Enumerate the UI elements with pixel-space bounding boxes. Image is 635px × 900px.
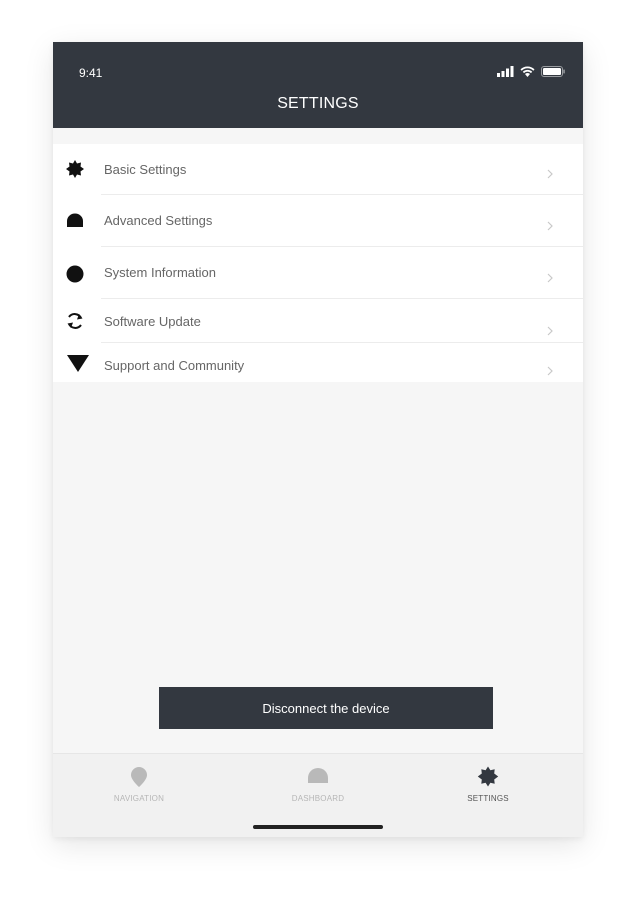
- wifi-icon: [520, 66, 535, 77]
- status-icons: [497, 66, 565, 77]
- gear-icon: [477, 766, 499, 787]
- chevron-right-icon: [547, 366, 553, 376]
- chevron-right-icon: [547, 221, 553, 231]
- settings-item-software-update[interactable]: Software Update: [53, 299, 583, 343]
- location-pin-icon: [131, 767, 147, 787]
- settings-item-support[interactable]: Support and Community: [53, 343, 583, 382]
- support-icon: [67, 355, 89, 372]
- settings-item-system-info[interactable]: System Information: [53, 247, 583, 299]
- battery-icon: [541, 66, 565, 77]
- nav-tab-label: DASHBOARD: [291, 794, 345, 803]
- refresh-icon: [67, 313, 83, 329]
- dashboard-icon: [308, 768, 328, 783]
- status-time: 9:41: [79, 66, 103, 80]
- nav-tab-dashboard[interactable]: DASHBOARD: [258, 754, 378, 824]
- settings-item-basic[interactable]: Basic Settings: [53, 144, 583, 195]
- settings-item-label: System Information: [104, 265, 216, 280]
- app-header: 9:41 SETTINGS: [53, 42, 583, 128]
- disconnect-device-button[interactable]: Disconnect the device: [159, 687, 493, 729]
- info-icon: [66, 265, 84, 283]
- chevron-right-icon: [547, 169, 553, 179]
- chevron-right-icon: [547, 273, 553, 283]
- nav-tab-settings[interactable]: SETTINGS: [428, 754, 548, 824]
- settings-item-label: Support and Community: [104, 358, 245, 373]
- signal-icon: [497, 66, 514, 77]
- settings-item-advanced[interactable]: Advanced Settings: [53, 195, 583, 247]
- bottom-nav: NAVIGATION DASHBOARD SETTINGS: [53, 753, 583, 837]
- nav-tab-label: SETTINGS: [467, 794, 509, 803]
- settings-item-label: Software Update: [104, 314, 201, 329]
- phone-screen: 9:41 SETTINGS Basic Settings Advanced Se…: [53, 42, 583, 837]
- advanced-settings-icon: [67, 213, 83, 227]
- chevron-right-icon: [547, 326, 553, 336]
- page-title: SETTINGS: [277, 95, 359, 112]
- nav-tab-label: NAVIGATION: [113, 794, 165, 803]
- settings-list: Basic Settings Advanced Settings System …: [53, 144, 583, 382]
- settings-item-label: Basic Settings: [104, 162, 187, 177]
- status-bar: 9:41: [53, 42, 583, 86]
- nav-tab-navigation[interactable]: NAVIGATION: [79, 754, 199, 824]
- gear-icon: [66, 160, 84, 178]
- settings-item-label: Advanced Settings: [104, 213, 213, 228]
- home-indicator: [253, 825, 383, 829]
